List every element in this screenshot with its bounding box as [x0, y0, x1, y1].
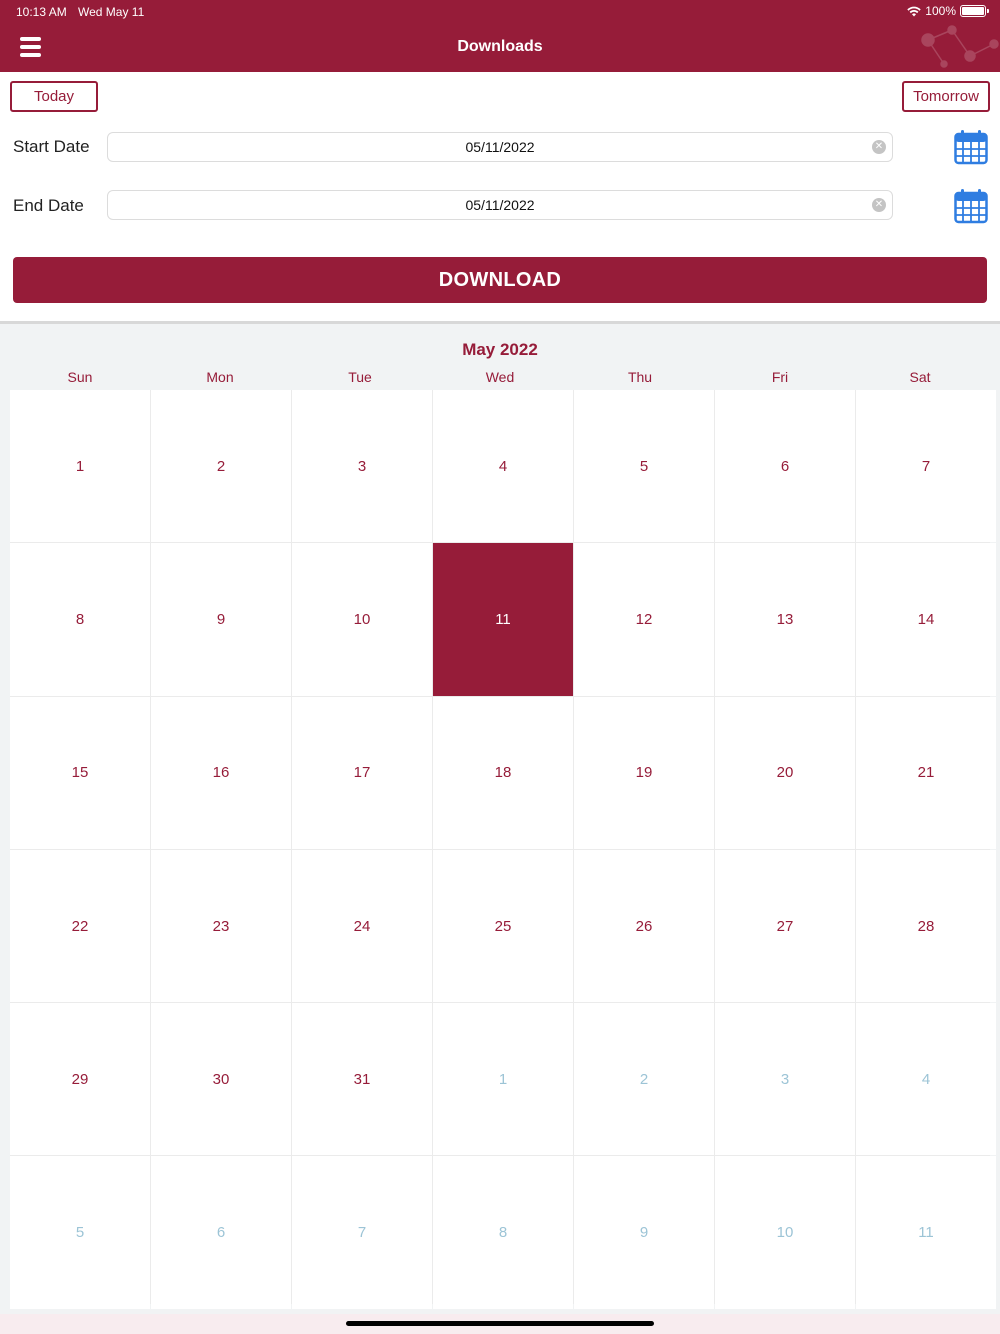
calendar-day-other-month[interactable]: 3 [715, 1003, 855, 1156]
calendar-day[interactable]: 18 [433, 696, 573, 849]
calendar-day[interactable]: 26 [574, 849, 714, 1003]
tomorrow-button[interactable]: Tomorrow [902, 81, 990, 112]
calendar-day[interactable]: 2 [151, 390, 291, 543]
app-header: 10:13 AM Wed May 11 100% Downloads [0, 0, 1000, 72]
status-time: 10:13 AM [16, 5, 67, 19]
end-date-calendar-icon[interactable] [954, 188, 988, 224]
clear-start-date-icon[interactable]: ✕ [872, 140, 886, 154]
calendar-day[interactable]: 5 [574, 390, 714, 543]
weekday-header-row: Sun Mon Tue Wed Thu Fri Sat [10, 369, 990, 389]
calendar-day[interactable]: 12 [574, 543, 714, 696]
wifi-icon [907, 6, 921, 16]
calendar-day-other-month[interactable]: 10 [715, 1156, 855, 1309]
calendar-day-other-month[interactable]: 5 [10, 1156, 150, 1309]
calendar-day[interactable]: 11 [433, 543, 573, 696]
calendar-day[interactable]: 20 [715, 696, 855, 849]
calendar-day[interactable]: 10 [292, 543, 432, 696]
end-date-label: End Date [13, 196, 84, 215]
home-indicator [346, 1321, 654, 1326]
weekday-sat: Sat [909, 369, 931, 385]
calendar-day[interactable]: 22 [10, 849, 150, 1003]
weekday-mon: Mon [206, 369, 234, 385]
today-button[interactable]: Today [10, 81, 98, 112]
calendar-day[interactable]: 27 [715, 849, 855, 1003]
calendar-day[interactable]: 1 [10, 390, 150, 543]
calendar-day[interactable]: 21 [856, 696, 996, 849]
start-date-label: Start Date [13, 137, 90, 156]
calendar-day[interactable]: 29 [10, 1003, 150, 1156]
calendar-day[interactable]: 28 [856, 849, 996, 1003]
calendar-month-title: May 2022 [462, 340, 538, 359]
calendar-day[interactable]: 24 [292, 849, 432, 1003]
calendar-day-other-month[interactable]: 2 [574, 1003, 714, 1156]
calendar-day-other-month[interactable]: 1 [433, 1003, 573, 1156]
calendar-day[interactable]: 19 [574, 696, 714, 849]
calendar-day-other-month[interactable]: 11 [856, 1156, 996, 1309]
weekday-fri: Fri [771, 369, 789, 385]
calendar-day[interactable]: 31 [292, 1003, 432, 1156]
molecule-decoration-icon [921, 25, 999, 68]
calendar-day[interactable]: 14 [856, 543, 996, 696]
calendar-day[interactable]: 30 [151, 1003, 291, 1156]
calendar-day[interactable]: 25 [433, 849, 573, 1003]
battery-icon [960, 5, 989, 17]
calendar-day-other-month[interactable]: 4 [856, 1003, 996, 1156]
start-date-field[interactable]: 05/11/2022 ✕ [107, 132, 893, 162]
calendar-day[interactable]: 13 [715, 543, 855, 696]
battery-percent: 100% [925, 4, 956, 18]
status-date: Wed May 11 [78, 5, 145, 19]
page-title: Downloads [457, 38, 543, 55]
calendar-day-other-month[interactable]: 6 [151, 1156, 291, 1309]
calendar-day[interactable]: 3 [292, 390, 432, 543]
weekday-wed: Wed [485, 369, 515, 385]
download-button[interactable]: DOWNLOAD [13, 257, 987, 303]
calendar-day[interactable]: 6 [715, 390, 855, 543]
calendar-day[interactable]: 23 [151, 849, 291, 1003]
calendar-day[interactable]: 16 [151, 696, 291, 849]
calendar-day-other-month[interactable]: 8 [433, 1156, 573, 1309]
calendar-day[interactable]: 9 [151, 543, 291, 696]
weekday-tue: Tue [348, 369, 372, 385]
calendar-day[interactable]: 17 [292, 696, 432, 849]
start-date-value: 05/11/2022 [465, 139, 535, 155]
end-date-value: 05/11/2022 [465, 197, 535, 213]
calendar-grid: 1 2 3 4 5 6 7 8 9 10 11 12 13 14 15 16 17 18 19 20 21 22 23 24 2… [10, 390, 996, 1309]
calendar-day-other-month[interactable]: 9 [574, 1156, 714, 1309]
calendar-day[interactable]: 7 [856, 390, 996, 543]
status-indicators: 100% [907, 4, 989, 18]
clear-end-date-icon[interactable]: ✕ [872, 198, 886, 212]
app-screen: 10:13 AM Wed May 11 100% Downloads Today… [0, 0, 1000, 1334]
start-date-calendar-icon[interactable] [954, 129, 988, 165]
calendar-day[interactable]: 8 [10, 543, 150, 696]
end-date-field[interactable]: 05/11/2022 ✕ [107, 190, 893, 220]
weekday-sun: Sun [67, 369, 93, 385]
weekday-thu: Thu [627, 369, 653, 385]
calendar-day[interactable]: 4 [433, 390, 573, 543]
calendar-day[interactable]: 15 [10, 696, 150, 849]
calendar-day-other-month[interactable]: 7 [292, 1156, 432, 1309]
